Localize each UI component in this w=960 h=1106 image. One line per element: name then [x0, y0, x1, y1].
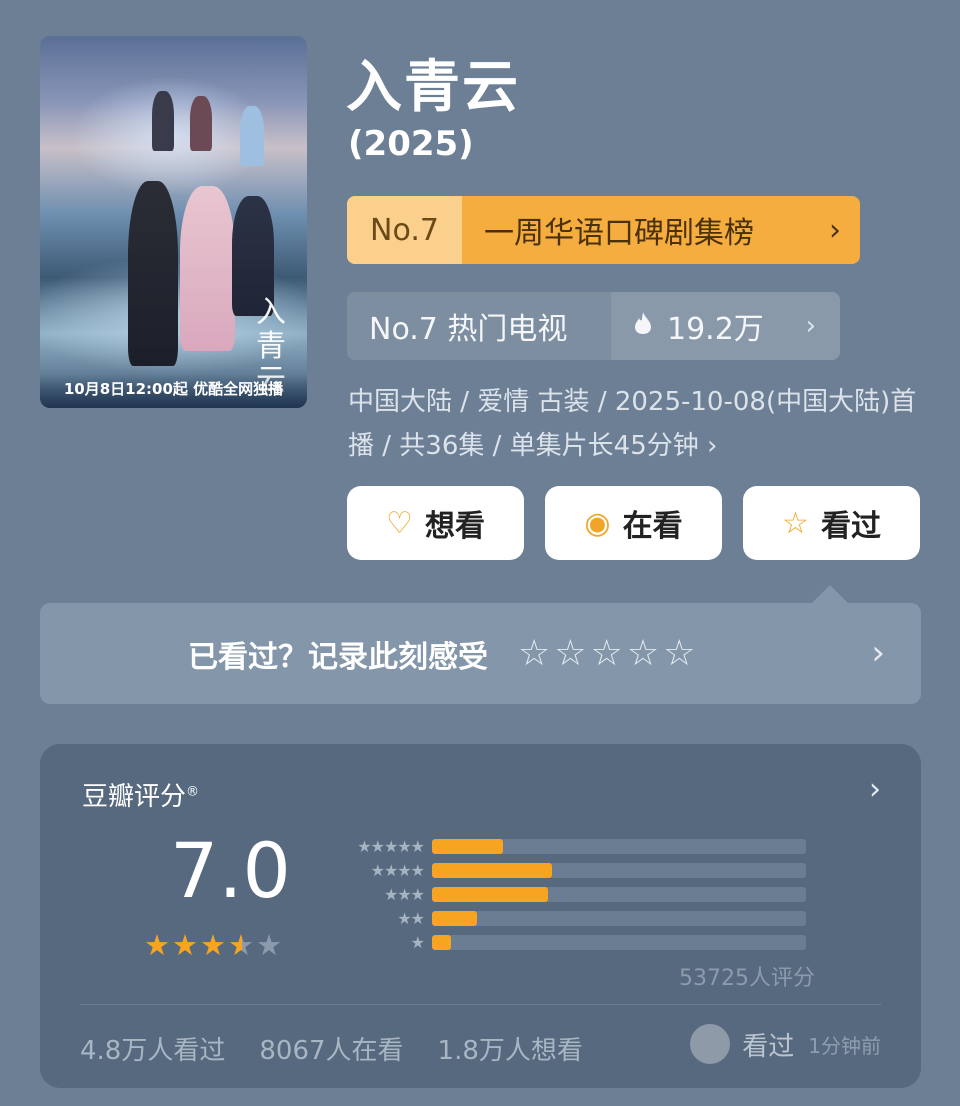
douban-score-value: 7.0 [170, 826, 291, 915]
star-half-icon: ★ [228, 928, 256, 962]
watching-count: 8067人在看 [259, 1036, 404, 1066]
activity-time: 1分钟前 [808, 1033, 881, 1058]
watching-label: 在看 [622, 509, 683, 544]
avatar [690, 1024, 731, 1064]
star-empty-icon: ★ [256, 928, 284, 962]
watch-stats: 4.8万人看过 8067人在看 1.8万人想看 [80, 1030, 583, 1067]
chevron-right-icon[interactable]: › [869, 772, 881, 807]
douban-score-title: 豆瓣评分® [82, 782, 200, 812]
popover-pointer [812, 585, 848, 603]
poster-figure [152, 91, 174, 151]
poster-image[interactable]: 入青云 10月8日12:00起 优酷全网独播 [40, 36, 307, 408]
distribution-bar [432, 862, 552, 878]
distribution-label: ★★★★★ [357, 836, 425, 856]
chevron-right-icon: › [805, 311, 816, 341]
watched-button[interactable]: ☆ 看过 [743, 486, 920, 560]
rate-prompt[interactable]: 已看过？记录此刻感受 ☆☆☆☆☆ › [40, 603, 921, 704]
distribution-label: ★★★ [383, 884, 425, 904]
show-metadata[interactable]: 中国大陆 / 爱情 古装 / 2025-10-08(中国大陆)首播 / 共36集… [348, 380, 928, 468]
hot-tv-label: No.7 热门电视 [369, 312, 568, 347]
flame-icon [633, 311, 653, 341]
distribution-bar [432, 934, 451, 950]
distribution-row: ★ [336, 930, 816, 954]
watched-label: 看过 [820, 509, 881, 544]
watched-count: 4.8万人看过 [80, 1036, 226, 1066]
distribution-bar [432, 838, 504, 854]
target-icon: ◉ [584, 505, 611, 541]
chevron-right-icon: › [829, 212, 841, 248]
want-to-watch-button[interactable]: ♡ 想看 [347, 486, 524, 560]
star-filled-icon: ★★★ [144, 928, 228, 962]
heat-value: 19.2万 [667, 312, 764, 347]
rating-count: 53725人评分 [679, 966, 815, 991]
divider [80, 1004, 881, 1005]
rank-chart-link[interactable]: No.7 一周华语口碑剧集榜 › [347, 196, 860, 264]
distribution-label: ★★ [397, 908, 425, 928]
poster-figure [180, 186, 235, 351]
chevron-right-icon: › [871, 633, 885, 673]
rating-stars-input[interactable]: ☆☆☆☆☆ [518, 633, 699, 674]
distribution-row: ★★★★ [336, 858, 816, 882]
page-title: 入青云 [346, 55, 520, 120]
distribution-row: ★★★★★ [336, 834, 816, 858]
distribution-bar [432, 886, 548, 902]
rank-number: No.7 [347, 196, 462, 264]
star-outline-icon: ☆ [782, 505, 809, 541]
want-to-watch-label: 想看 [424, 509, 485, 544]
heat-index[interactable]: 19.2万 › [611, 292, 840, 360]
rate-prompt-text: 已看过？记录此刻感受 [188, 639, 488, 675]
distribution-bar [432, 910, 477, 926]
rank-chart-label: 一周华语口碑剧集榜 [484, 216, 754, 251]
distribution-label: ★★★★ [370, 860, 425, 880]
score-stars: ★★★★★ [144, 928, 284, 962]
distribution-row: ★★ [336, 906, 816, 930]
poster-figure [240, 106, 264, 166]
douban-score-card[interactable]: 豆瓣评分® › 7.0 ★★★★★ ★★★★★ ★★★★ ★★★ ★★ ★ 53… [40, 744, 921, 1088]
want-count: 1.8万人想看 [437, 1036, 583, 1066]
hot-tv-rank[interactable]: No.7 热门电视 19.2万 › [347, 292, 840, 360]
recent-activity[interactable]: 看过 1分钟前 [690, 1024, 881, 1064]
poster-banner: 10月8日12:00起 优酷全网独播 [40, 374, 307, 408]
poster-figure [128, 181, 178, 366]
distribution-row: ★★★ [336, 882, 816, 906]
watching-button[interactable]: ◉ 在看 [545, 486, 722, 560]
distribution-label: ★ [410, 932, 425, 952]
release-year: (2025) [348, 124, 474, 164]
rating-distribution: ★★★★★ ★★★★ ★★★ ★★ ★ [336, 834, 816, 954]
activity-status: 看过 [742, 1031, 795, 1062]
poster-figure [190, 96, 212, 151]
heart-plus-icon: ♡ [386, 505, 413, 541]
